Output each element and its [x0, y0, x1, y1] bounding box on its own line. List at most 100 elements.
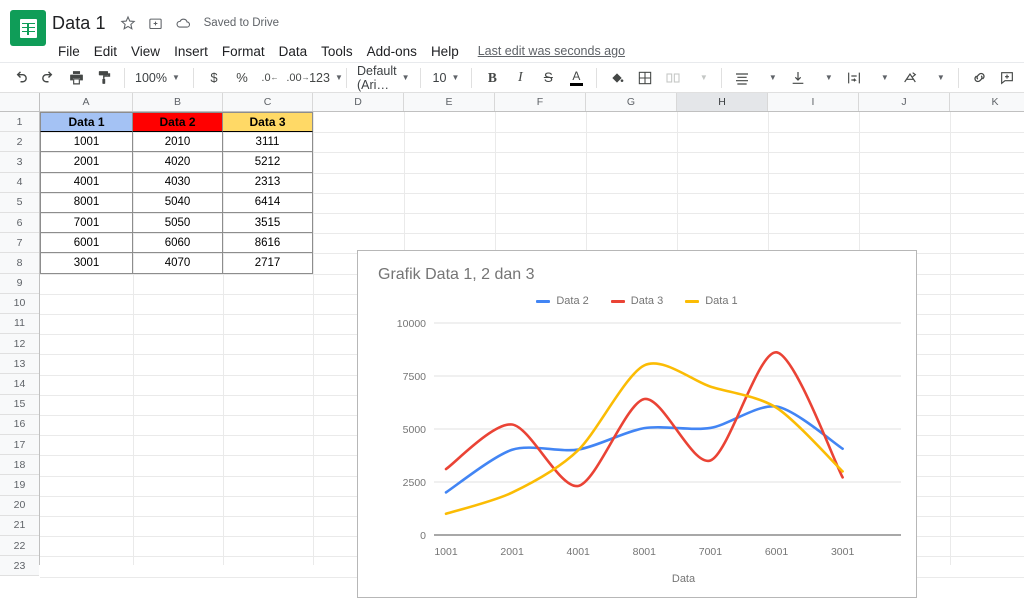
currency-format-button[interactable]: $: [201, 65, 227, 91]
vertical-align-icon[interactable]: [785, 65, 811, 91]
star-icon[interactable]: [118, 13, 138, 33]
move-to-folder-icon[interactable]: [146, 13, 166, 33]
zoom-selector[interactable]: 100% ▼: [131, 71, 187, 85]
row-header-22[interactable]: 22: [0, 536, 39, 556]
decrease-decimal-button[interactable]: .0←: [257, 65, 283, 91]
header-cell-2[interactable]: Data 2: [133, 112, 223, 132]
column-header-d[interactable]: D: [313, 93, 404, 111]
row-header-20[interactable]: 20: [0, 496, 39, 516]
data-cell[interactable]: 4030: [133, 173, 223, 193]
italic-button[interactable]: I: [507, 65, 533, 91]
column-header-f[interactable]: F: [495, 93, 586, 111]
table-row[interactable]: 800150406414: [40, 193, 313, 213]
merge-cells-icon[interactable]: [660, 65, 686, 91]
row-header-6[interactable]: 6: [0, 213, 39, 233]
row-header-12[interactable]: 12: [0, 334, 39, 354]
menu-add-ons[interactable]: Add-ons: [360, 41, 424, 62]
row-header-5[interactable]: 5: [0, 193, 39, 213]
menu-tools[interactable]: Tools: [314, 41, 360, 62]
data-cell[interactable]: 5040: [133, 193, 223, 213]
bold-button[interactable]: B: [479, 65, 505, 91]
header-cell-1[interactable]: Data 1: [40, 112, 133, 132]
row-header-11[interactable]: 11: [0, 314, 39, 334]
row-header-1[interactable]: 1: [0, 112, 39, 132]
table-row[interactable]: 300140702717: [40, 253, 313, 273]
font-family-selector[interactable]: Default (Ari… ▼: [353, 64, 414, 92]
table-row[interactable]: 100120103111: [40, 132, 313, 152]
chevron-down-icon[interactable]: ▼: [813, 65, 839, 91]
row-header-17[interactable]: 17: [0, 435, 39, 455]
fill-color-icon[interactable]: [604, 65, 630, 91]
data-cell[interactable]: 6414: [223, 193, 313, 213]
row-header-2[interactable]: 2: [0, 132, 39, 152]
column-header-g[interactable]: G: [586, 93, 677, 111]
redo-icon[interactable]: [35, 65, 61, 91]
data-cell[interactable]: 2717: [223, 253, 313, 273]
table-header-row[interactable]: Data 1Data 2Data 3: [40, 112, 313, 132]
row-header-10[interactable]: 10: [0, 294, 39, 314]
column-header-i[interactable]: I: [768, 93, 859, 111]
menu-file[interactable]: File: [51, 41, 87, 62]
paint-format-icon[interactable]: [91, 65, 117, 91]
data-cell[interactable]: 5050: [133, 213, 223, 233]
print-icon[interactable]: [63, 65, 89, 91]
data-cell[interactable]: 2313: [223, 173, 313, 193]
row-header-21[interactable]: 21: [0, 516, 39, 536]
font-size-selector[interactable]: 10 ▼: [427, 71, 466, 85]
undo-icon[interactable]: [7, 65, 33, 91]
row-header-23[interactable]: 23: [0, 556, 39, 576]
column-header-h[interactable]: H: [677, 93, 768, 111]
data-cell[interactable]: 3111: [223, 132, 313, 152]
text-rotation-icon[interactable]: [897, 65, 923, 91]
select-all-corner[interactable]: [0, 93, 40, 111]
cells-area[interactable]: Data 1Data 2Data 31001201031112001402052…: [40, 112, 1024, 565]
table-row[interactable]: 200140205212: [40, 152, 313, 172]
data-cell[interactable]: 2010: [133, 132, 223, 152]
text-wrapping-icon[interactable]: [841, 65, 867, 91]
menu-edit[interactable]: Edit: [87, 41, 124, 62]
last-edit-link[interactable]: Last edit was seconds ago: [478, 44, 625, 58]
chevron-down-icon[interactable]: ▼: [925, 65, 951, 91]
data-cell[interactable]: 5212: [223, 152, 313, 172]
table-row[interactable]: 600160608616: [40, 233, 313, 253]
column-header-a[interactable]: A: [40, 93, 133, 111]
chevron-down-icon[interactable]: ▼: [688, 65, 714, 91]
row-header-18[interactable]: 18: [0, 455, 39, 475]
strikethrough-button[interactable]: S: [535, 65, 561, 91]
menu-insert[interactable]: Insert: [167, 41, 215, 62]
column-header-c[interactable]: C: [223, 93, 313, 111]
data-cell[interactable]: 7001: [40, 213, 133, 233]
more-formats-button[interactable]: 123 ▼: [313, 65, 339, 91]
data-cell[interactable]: 1001: [40, 132, 133, 152]
menu-format[interactable]: Format: [215, 41, 272, 62]
data-cell[interactable]: 6060: [133, 233, 223, 253]
chevron-down-icon[interactable]: ▼: [757, 65, 783, 91]
data-cell[interactable]: 3001: [40, 253, 133, 273]
data-cell[interactable]: 3515: [223, 213, 313, 233]
column-header-e[interactable]: E: [404, 93, 495, 111]
row-header-14[interactable]: 14: [0, 374, 39, 394]
header-cell-3[interactable]: Data 3: [223, 112, 313, 132]
page-title[interactable]: Data 1: [52, 13, 106, 34]
data-cell[interactable]: 4020: [133, 152, 223, 172]
horizontal-align-icon[interactable]: [729, 65, 755, 91]
row-header-13[interactable]: 13: [0, 354, 39, 374]
data-cell[interactable]: 4070: [133, 253, 223, 273]
chevron-down-icon[interactable]: ▼: [869, 65, 895, 91]
row-header-15[interactable]: 15: [0, 395, 39, 415]
row-header-19[interactable]: 19: [0, 475, 39, 495]
data-cell[interactable]: 8616: [223, 233, 313, 253]
row-header-7[interactable]: 7: [0, 233, 39, 253]
data-cell[interactable]: 6001: [40, 233, 133, 253]
sheets-logo-icon[interactable]: [10, 10, 46, 46]
row-header-8[interactable]: 8: [0, 253, 39, 273]
row-header-16[interactable]: 16: [0, 415, 39, 435]
increase-decimal-button[interactable]: .00→: [285, 65, 311, 91]
data-table[interactable]: Data 1Data 2Data 31001201031112001402052…: [40, 112, 313, 274]
borders-icon[interactable]: [632, 65, 658, 91]
menu-help[interactable]: Help: [424, 41, 466, 62]
column-header-k[interactable]: K: [950, 93, 1024, 111]
menu-view[interactable]: View: [124, 41, 167, 62]
row-header-4[interactable]: 4: [0, 173, 39, 193]
column-header-b[interactable]: B: [133, 93, 223, 111]
